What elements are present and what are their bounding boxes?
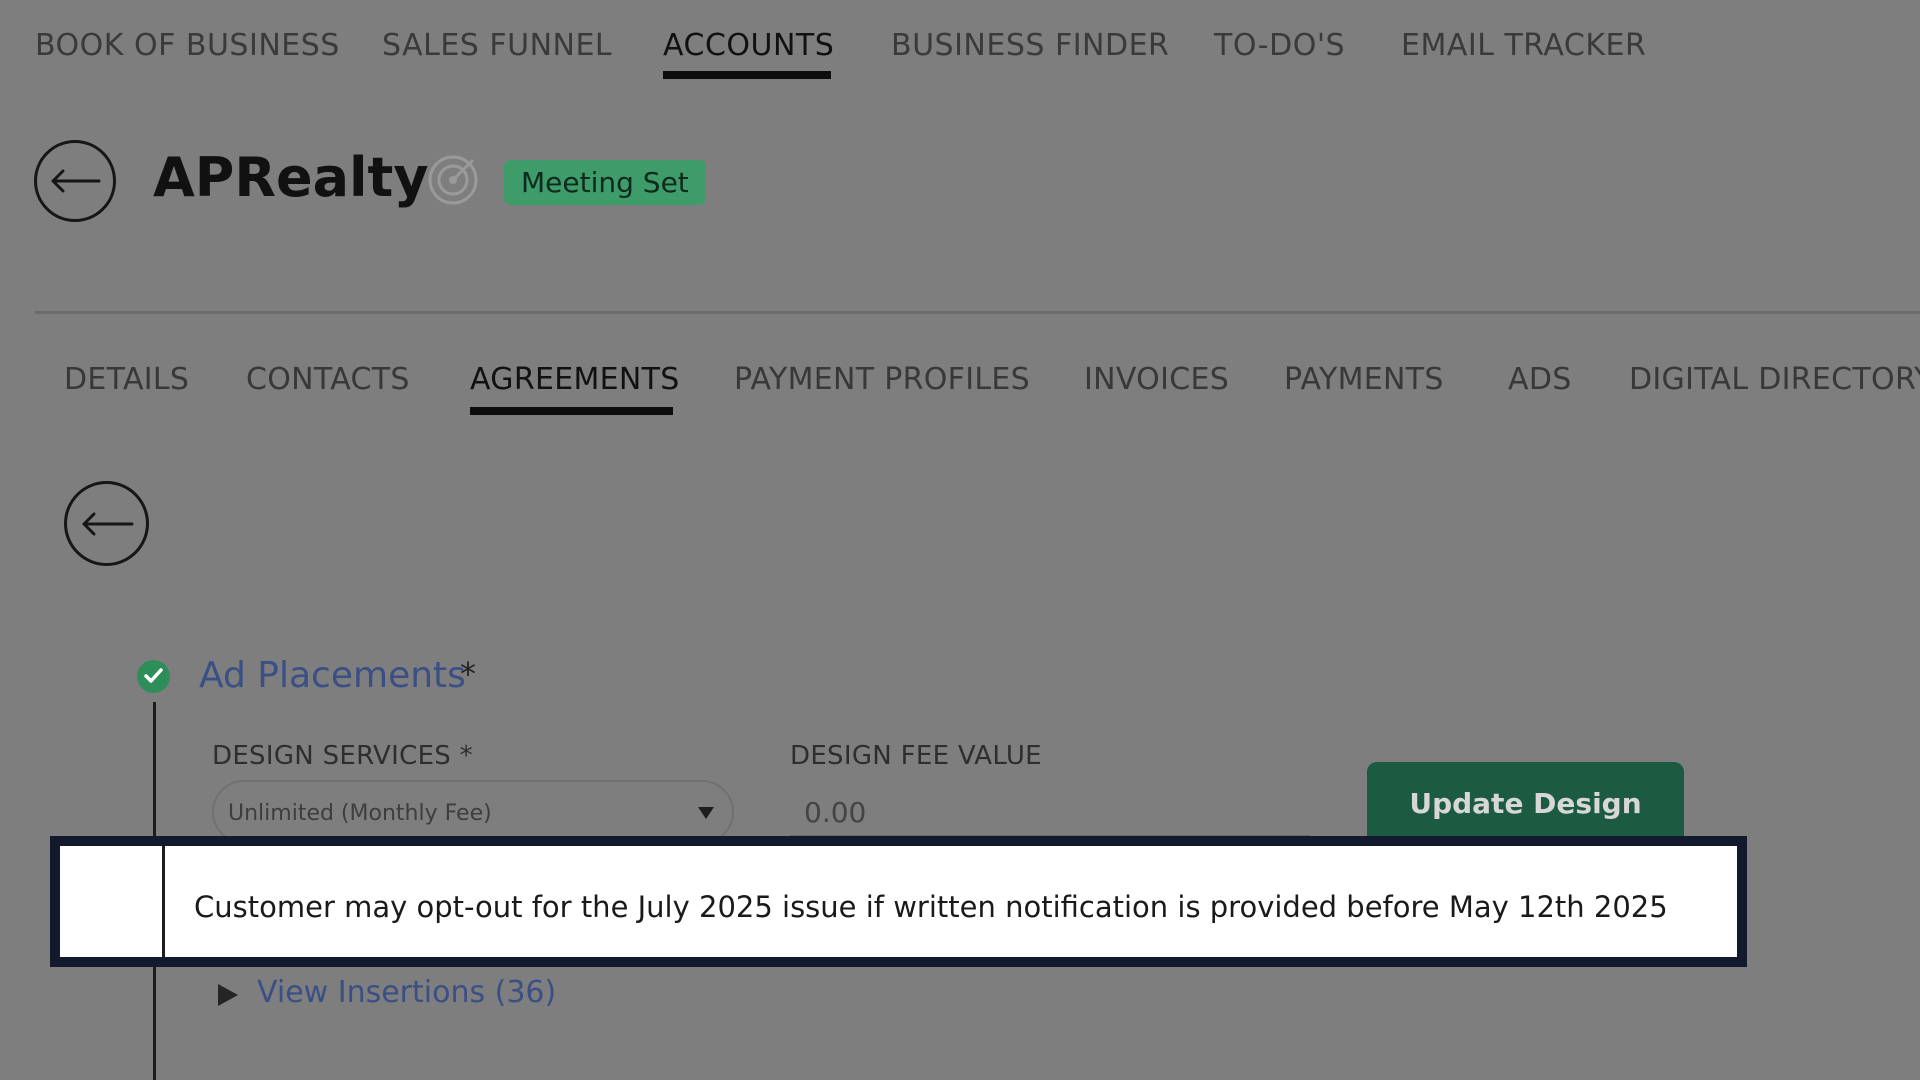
target-icon[interactable] xyxy=(426,153,480,207)
tab-invoices[interactable]: INVOICES xyxy=(1084,362,1229,397)
tab-agreements[interactable]: AGREEMENTS xyxy=(470,362,680,397)
tab-details[interactable]: DETAILS xyxy=(64,362,189,397)
nav-business-finder[interactable]: BUSINESS FINDER xyxy=(891,28,1169,63)
caret-down-icon xyxy=(698,807,714,819)
active-nav-indicator xyxy=(663,71,831,79)
arrow-left-icon xyxy=(82,512,133,535)
design-services-label: DESIGN SERVICES * xyxy=(212,741,473,771)
nav-email-tracker[interactable]: EMAIL TRACKER xyxy=(1401,28,1646,63)
tab-payments[interactable]: PAYMENTS xyxy=(1284,362,1444,397)
opt-out-notice: Customer may opt-out for the July 2025 i… xyxy=(50,836,1747,967)
back-to-agreements-button[interactable] xyxy=(64,481,149,566)
nav-accounts[interactable]: ACCOUNTS xyxy=(663,28,834,63)
tab-ads[interactable]: ADS xyxy=(1508,362,1572,397)
section-title[interactable]: Ad Placements xyxy=(199,655,466,696)
tab-digital-directory[interactable]: DIGITAL DIRECTORY xyxy=(1629,362,1920,397)
status-badge: Meeting Set xyxy=(504,160,706,205)
design-fee-input[interactable] xyxy=(790,790,1310,838)
step-connector xyxy=(162,846,165,957)
view-insertions-link[interactable]: View Insertions (36) xyxy=(257,975,556,1010)
required-marker: * xyxy=(460,655,476,693)
back-to-accounts-button[interactable] xyxy=(34,140,116,222)
design-services-select[interactable]: Unlimited (Monthly Fee) xyxy=(212,780,734,844)
arrow-left-icon xyxy=(51,169,101,193)
play-icon xyxy=(218,984,238,1006)
header-divider xyxy=(35,311,1920,314)
nav-to-dos[interactable]: TO-DO'S xyxy=(1214,28,1345,63)
account-name: APRealty xyxy=(153,146,429,209)
tab-payment-profiles[interactable]: PAYMENT PROFILES xyxy=(734,362,1030,397)
design-services-value: Unlimited (Monthly Fee) xyxy=(228,801,492,826)
notice-text: Customer may opt-out for the July 2025 i… xyxy=(194,890,1668,924)
design-fee-label: DESIGN FEE VALUE xyxy=(790,741,1042,771)
nav-sales-funnel[interactable]: SALES FUNNEL xyxy=(382,28,612,63)
check-circle-icon xyxy=(137,660,170,693)
nav-book-of-business[interactable]: BOOK OF BUSINESS xyxy=(35,28,340,63)
active-tab-indicator xyxy=(470,407,673,415)
update-design-button[interactable]: Update Design xyxy=(1367,762,1684,845)
tab-contacts[interactable]: CONTACTS xyxy=(246,362,410,397)
